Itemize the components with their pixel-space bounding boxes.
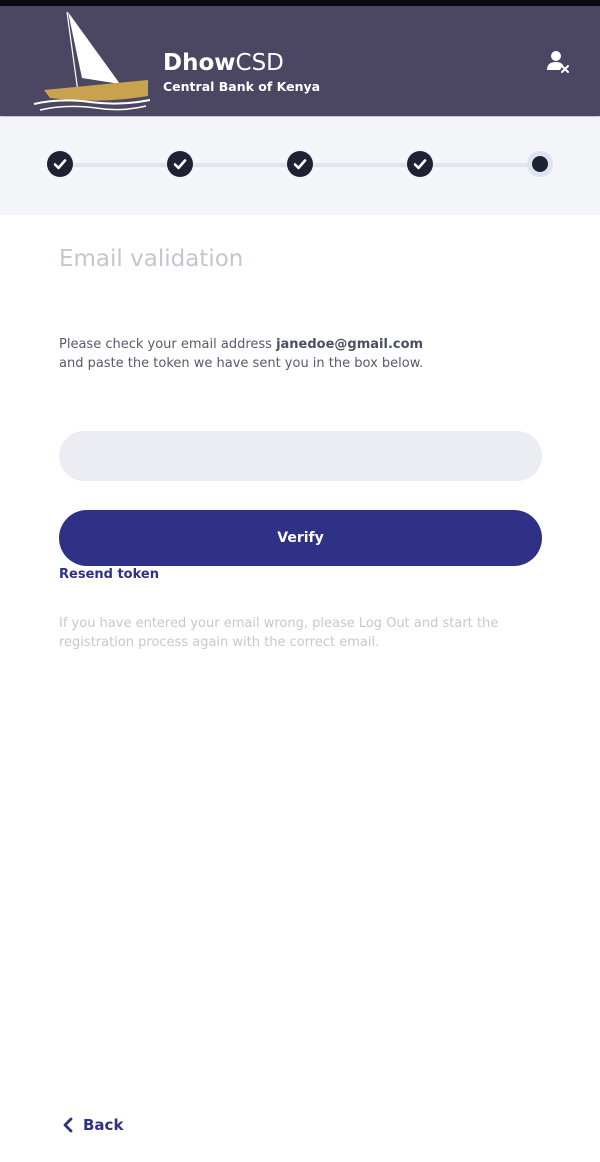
- check-icon: [53, 159, 67, 170]
- instruction-suffix: and paste the token we have sent you in …: [59, 356, 424, 371]
- step-connector: [73, 163, 167, 167]
- back-label: Back: [83, 1116, 124, 1134]
- dhow-logo: [33, 11, 151, 111]
- check-icon: [173, 159, 187, 170]
- step-2-complete: [167, 151, 193, 177]
- step-3-complete: [287, 151, 313, 177]
- check-icon: [293, 159, 307, 170]
- brand-title-light: CSD: [235, 50, 284, 76]
- brand-title-bold: Dhow: [163, 50, 236, 76]
- instruction-text: Please check your email address janedoe@…: [59, 335, 539, 373]
- resend-token-link[interactable]: Resend token: [59, 567, 159, 582]
- user-email: janedoe@gmail.com: [276, 337, 424, 352]
- page-title: Email validation: [59, 246, 244, 272]
- back-button[interactable]: Back: [63, 1116, 123, 1134]
- brand-title: DhowCSD: [163, 50, 320, 76]
- step-connector: [193, 163, 287, 167]
- current-step-dot: [532, 156, 548, 172]
- user-remove-icon[interactable]: [544, 48, 572, 76]
- step-1-complete: [47, 151, 73, 177]
- step-4-complete: [407, 151, 433, 177]
- progress-stepper: [0, 117, 600, 215]
- check-icon: [413, 159, 427, 170]
- token-input[interactable]: [59, 431, 542, 481]
- brand: DhowCSD Central Bank of Kenya: [163, 50, 320, 94]
- instruction-prefix: Please check your email address: [59, 337, 277, 352]
- app-header: DhowCSD Central Bank of Kenya: [0, 6, 600, 116]
- brand-subtitle: Central Bank of Kenya: [163, 79, 321, 94]
- step-connector: [313, 163, 407, 167]
- verify-button[interactable]: Verify: [59, 510, 542, 566]
- step-5-current: [527, 151, 553, 177]
- step-connector: [433, 163, 527, 167]
- chevron-left-icon: [63, 1117, 73, 1133]
- email-help-note: If you have entered your email wrong, pl…: [59, 616, 499, 650]
